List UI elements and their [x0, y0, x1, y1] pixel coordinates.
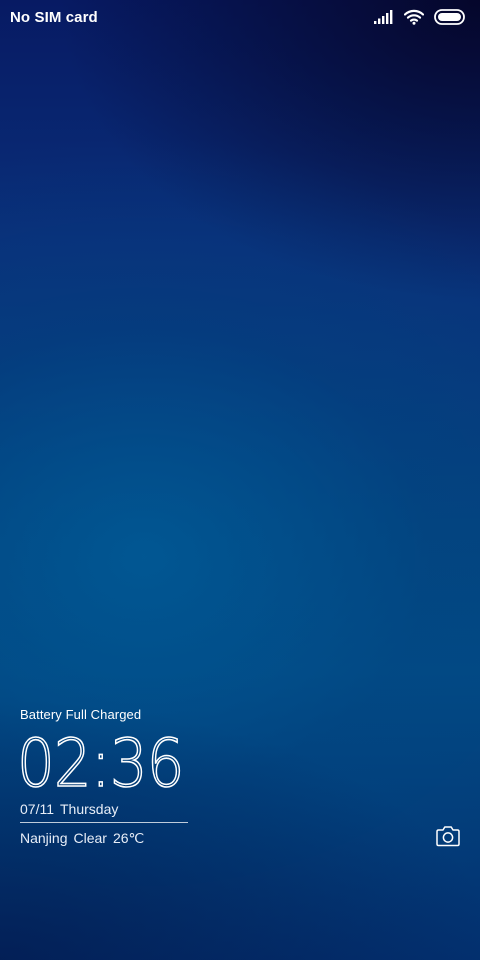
camera-icon — [435, 825, 461, 852]
wifi-icon — [404, 9, 424, 25]
clock-separator: : — [90, 725, 111, 802]
status-icons — [374, 8, 466, 26]
weather-city: Nanjing — [20, 830, 68, 846]
clock-hours: 02 — [16, 725, 92, 802]
camera-shortcut-button[interactable] — [434, 825, 462, 851]
divider — [20, 822, 188, 823]
lock-screen-info: Battery Full Charged 02:36 07/11 Thursda… — [16, 706, 320, 846]
battery-icon — [434, 9, 466, 25]
weather-row: Nanjing Clear 26℃ — [20, 829, 144, 847]
battery-status-text: Battery Full Charged — [20, 707, 142, 722]
date-row: 07/11 Thursday — [20, 800, 118, 818]
weekday-text: Thursday — [60, 801, 119, 817]
clock: 02:36 — [16, 725, 185, 802]
weather-condition: Clear — [73, 830, 107, 846]
status-bar: No SIM card — [0, 0, 480, 34]
clock-minutes: 36 — [109, 725, 185, 802]
signal-icon — [374, 10, 394, 24]
weather-temperature: 26℃ — [112, 830, 145, 846]
date-text: 07/11 — [20, 801, 54, 817]
carrier-label: No SIM card — [10, 9, 98, 26]
